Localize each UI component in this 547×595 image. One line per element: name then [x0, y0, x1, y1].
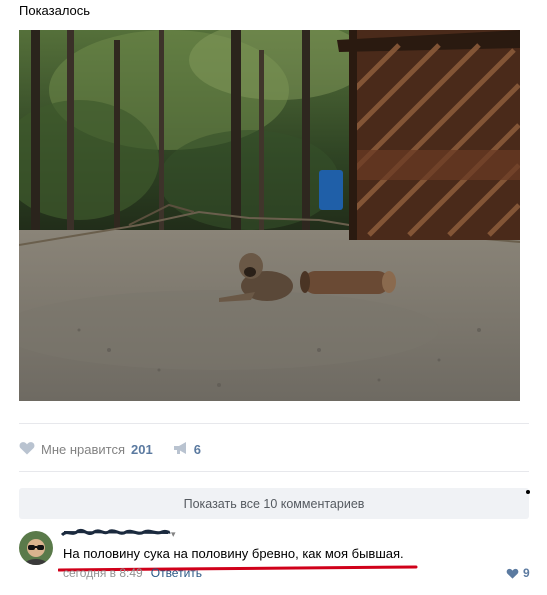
- share-count: 6: [193, 441, 201, 457]
- shed: [337, 30, 520, 240]
- dot-marker: [526, 490, 530, 494]
- post-actions: Мне нравится 201 6: [19, 438, 201, 460]
- chevron-down-icon[interactable]: ▾: [171, 529, 176, 540]
- photo-forest-dog-log: [19, 30, 520, 401]
- heart-icon: [19, 441, 35, 458]
- comment-like-button[interactable]: 9: [506, 566, 530, 580]
- comment-time[interactable]: сегодня в 8:49: [63, 566, 143, 580]
- heart-icon: [506, 568, 519, 579]
- author-name-redaction: [60, 526, 172, 545]
- log: [300, 271, 396, 294]
- share-button[interactable]: 6: [173, 441, 201, 458]
- divider-top: [19, 423, 529, 424]
- post-text: Показалось: [19, 3, 91, 18]
- show-all-comments-button[interactable]: Показать все 10 комментариев: [19, 488, 529, 519]
- megaphone-icon: [173, 441, 189, 458]
- post: Показалось Мне нравится 201 6 Показать в…: [0, 0, 547, 595]
- reply-button[interactable]: Ответить: [151, 566, 202, 580]
- like-count: 201: [131, 441, 153, 457]
- comment-text: На половину сука на половину бревно, как…: [63, 546, 404, 561]
- comment-like-count: 9: [523, 566, 530, 580]
- divider-bottom: [19, 471, 529, 472]
- like-button[interactable]: Мне нравится 201: [19, 441, 153, 458]
- post-photo[interactable]: [19, 30, 520, 401]
- avatar[interactable]: [19, 531, 53, 565]
- comment-meta: сегодня в 8:49 Ответить: [63, 566, 202, 580]
- like-label: Мне нравится: [41, 441, 126, 457]
